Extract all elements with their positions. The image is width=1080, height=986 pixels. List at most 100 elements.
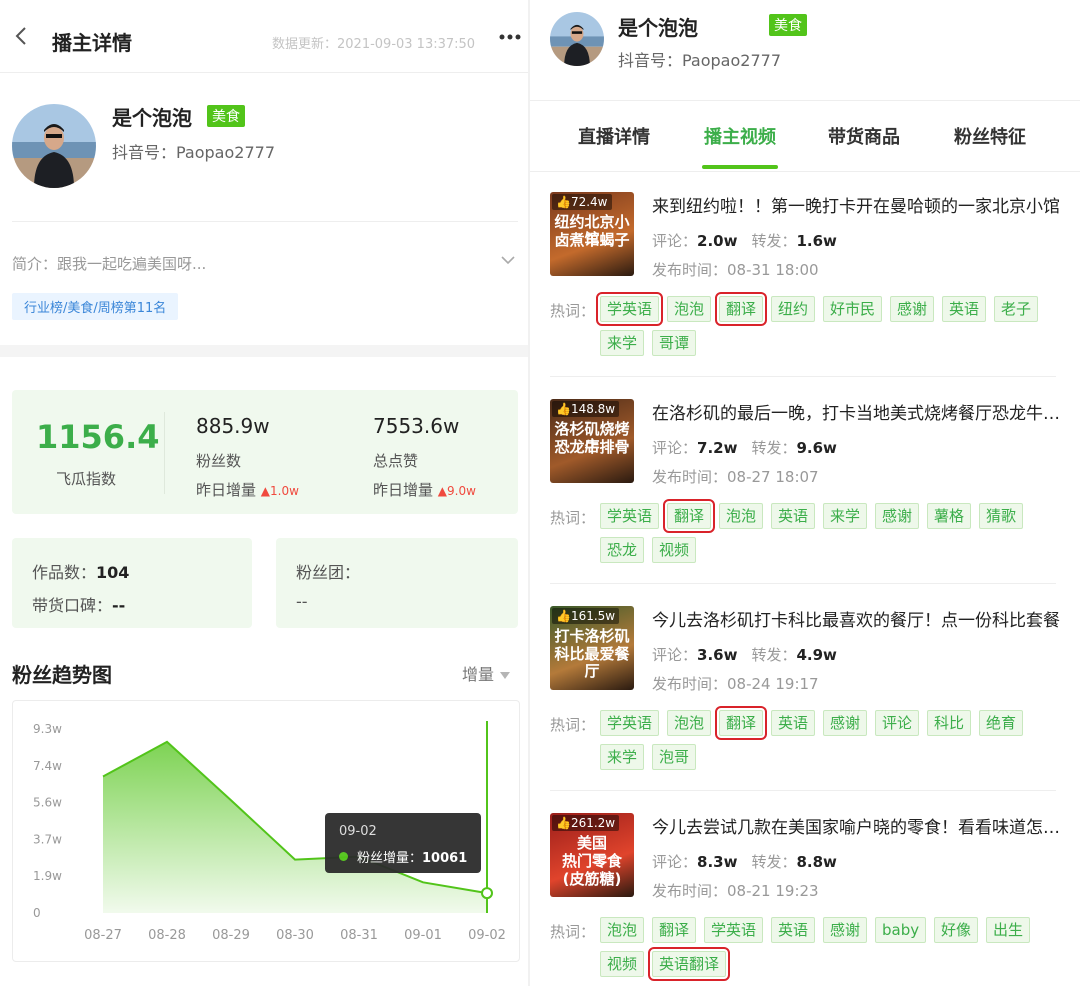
hot-word-tag[interactable]: 哥谭 — [652, 330, 697, 356]
video-stats: 评论：2.0w 转发：1.6w — [652, 230, 837, 251]
comments-label: 评论： — [652, 853, 698, 871]
thumb-likes: 👍148.8w — [552, 401, 620, 417]
comments-value: 3.6w — [697, 646, 738, 664]
fans-trend-chart[interactable]: 0 1.9w 3.7w 5.6w 7.4w 9.3w 08-27 08-28 08-29 08-3… — [12, 700, 520, 962]
hot-word-tag[interactable]: 学英语 — [704, 917, 764, 943]
more-options-icon[interactable] — [496, 27, 524, 47]
hot-word-tag[interactable]: 猜歌 — [979, 503, 1024, 529]
video-title[interactable]: 今儿去洛杉矶打卡科比最喜欢的餐厅！点一份科比套餐 — [652, 606, 1060, 631]
hot-word-tag[interactable]: 感谢 — [823, 710, 868, 736]
hot-word-tag[interactable]: 来学 — [823, 503, 868, 529]
avatar[interactable] — [550, 12, 604, 66]
hot-word-tag[interactable]: 感谢 — [875, 503, 920, 529]
hot-word-tag[interactable]: 好市民 — [823, 296, 883, 322]
hot-word-tag[interactable]: 英语翻译 — [647, 947, 731, 981]
hot-word-tag[interactable]: 纽约 — [771, 296, 816, 322]
tab-bar: 直播详情 播主视频 带货商品 粉丝特征 — [530, 100, 1080, 172]
hot-word-tag[interactable]: 翻译 — [714, 706, 768, 740]
hot-word-tag[interactable]: 学英语 — [600, 503, 660, 529]
hot-word-tag[interactable]: 泡泡 — [600, 917, 645, 943]
video-title[interactable]: 来到纽约啦！！第一晚打卡开在曼哈顿的一家北京小馆 — [652, 192, 1060, 217]
thumb-likes: 👍261.2w — [552, 815, 620, 831]
video-thumbnail[interactable]: 👍261.2w 美国 热门零食 (皮筋糖) — [550, 813, 634, 897]
hot-word-tag[interactable]: 翻译 — [714, 292, 768, 326]
hot-word-tag[interactable]: 泡哥 — [652, 744, 697, 770]
hot-word-tag[interactable]: baby — [875, 917, 927, 943]
hot-word-tag[interactable]: 泡泡 — [719, 503, 764, 529]
video-thumbnail[interactable]: 👍161.5w 打卡洛杉矶 科比最爱餐厅 — [550, 606, 634, 690]
chevron-down-icon[interactable] — [500, 254, 516, 266]
tooltip-value: 粉丝增量：10061 — [357, 847, 467, 866]
fanclub-value: -- — [296, 592, 308, 611]
data-update-time: 数据更新：2021-09-03 13:37:50 — [272, 37, 476, 52]
hot-word-tag[interactable]: 好像 — [934, 917, 979, 943]
hot-word-tag[interactable]: 翻译 — [662, 499, 716, 533]
video-item[interactable]: 👍161.5w 打卡洛杉矶 科比最爱餐厅 今儿去洛杉矶打卡科比最喜欢的餐厅！点一份科比… — [530, 606, 1080, 786]
thumb-caption: 打卡洛杉矶 — [554, 627, 630, 645]
hot-word-tag[interactable]: 科比 — [927, 710, 972, 736]
tab-live-detail[interactable]: 直播详情 — [578, 123, 650, 149]
hot-word-tag[interactable]: 泡泡 — [667, 710, 712, 736]
shares-value: 4.9w — [796, 646, 837, 664]
hot-word-tag[interactable]: 感谢 — [890, 296, 935, 322]
y-tick-label: 9.3w — [33, 722, 62, 736]
hot-word-tag[interactable]: 来学 — [600, 744, 645, 770]
avatar[interactable] — [12, 104, 96, 188]
video-item[interactable]: 👍72.4w 纽约北京小馆 卤煮羊蝎子 来到纽约啦！！第一晚打卡开在曼哈顿的一家北京小… — [530, 192, 1080, 372]
trend-mode-dropdown[interactable]: 增量 — [462, 661, 511, 685]
video-stats: 评论：7.2w 转发：9.6w — [652, 437, 837, 458]
hot-word-tag[interactable]: 学英语 — [600, 710, 660, 736]
video-item[interactable]: 👍148.8w 洛杉矶烧烤店 恐龙牛排骨 在洛杉矶的最后一晚，打卡当地美式烧烤餐厅恐龙… — [530, 399, 1080, 579]
page-title: 播主详情 — [52, 31, 132, 55]
thumbs-up-icon: 👍 — [556, 816, 571, 830]
video-title[interactable]: 在洛杉矶的最后一晚，打卡当地美式烧烤餐厅恐龙牛排骨 — [652, 399, 1060, 424]
hot-word-tag[interactable]: 感谢 — [823, 917, 868, 943]
video-thumbnail[interactable]: 👍72.4w 纽约北京小馆 卤煮羊蝎子 — [550, 192, 634, 276]
thumb-caption: 美国 — [576, 834, 607, 852]
hot-word-tag[interactable]: 翻译 — [652, 917, 697, 943]
hot-word-tag[interactable]: 来学 — [600, 330, 645, 356]
hot-word-tag[interactable]: 老子 — [994, 296, 1039, 322]
hot-word-tag[interactable]: 英语 — [771, 710, 816, 736]
thumb-caption: (皮筋糖) — [562, 870, 622, 888]
tab-anchor-videos[interactable]: 播主视频 — [704, 123, 776, 149]
tab-products[interactable]: 带货商品 — [828, 123, 900, 149]
comments-value: 8.3w — [697, 853, 738, 871]
tab-fan-features[interactable]: 粉丝特征 — [954, 123, 1026, 149]
thumb-likes-value: 72.4w — [570, 195, 608, 209]
hot-word-tag[interactable]: 英语 — [942, 296, 987, 322]
video-divider — [550, 583, 1056, 584]
likes-delta-value: ▲9.0w — [437, 484, 476, 498]
back-arrow-icon[interactable] — [12, 26, 32, 46]
hot-word-tag[interactable]: 学英语 — [595, 292, 664, 326]
publish-value: 08-21 19:23 — [727, 882, 819, 900]
hot-word-tag[interactable]: 出生 — [986, 917, 1031, 943]
praise-label: 带货口碑： — [32, 596, 113, 615]
publish-label: 发布时间： — [652, 468, 728, 486]
hot-word-tag[interactable]: 薯格 — [927, 503, 972, 529]
hot-word-tag[interactable]: 绝育 — [979, 710, 1024, 736]
video-title[interactable]: 今儿去尝试几款在美国家喻户晓的零食！看看味道怎么样 — [652, 813, 1060, 838]
thumbs-up-icon: 👍 — [556, 402, 571, 416]
hot-word-tag[interactable]: 视频 — [600, 951, 645, 977]
hot-word-tag[interactable]: 视频 — [652, 537, 697, 563]
shares-label: 转发： — [751, 853, 797, 871]
fanclub-card: 粉丝团： -- — [276, 538, 518, 628]
hot-word-tag[interactable]: 评论 — [875, 710, 920, 736]
hot-word-tag[interactable]: 英语 — [771, 503, 816, 529]
publish-value: 08-31 18:00 — [727, 261, 819, 279]
comments-label: 评论： — [652, 232, 698, 250]
video-divider — [550, 376, 1056, 377]
thumbs-up-icon: 👍 — [556, 195, 571, 209]
hot-word-tag[interactable]: 恐龙 — [600, 537, 645, 563]
works-card: 作品数：104 带货口碑：-- — [12, 538, 252, 628]
rank-tag[interactable]: 行业榜/美食/周榜第11名 — [12, 293, 179, 320]
y-tick-label: 7.4w — [33, 759, 62, 773]
video-item[interactable]: 👍261.2w 美国 热门零食 (皮筋糖) 今儿去尝试几款在美国家喻户晓的零食！看看味道… — [530, 813, 1080, 986]
works-count: 作品数：104 — [32, 559, 129, 583]
hot-word-tag[interactable]: 英语 — [771, 917, 816, 943]
video-thumbnail[interactable]: 👍148.8w 洛杉矶烧烤店 恐龙牛排骨 — [550, 399, 634, 483]
hot-word-tag[interactable]: 泡泡 — [667, 296, 712, 322]
caret-down-icon — [500, 672, 511, 679]
douyin-id: 抖音号：Paopao2777 — [618, 51, 781, 70]
